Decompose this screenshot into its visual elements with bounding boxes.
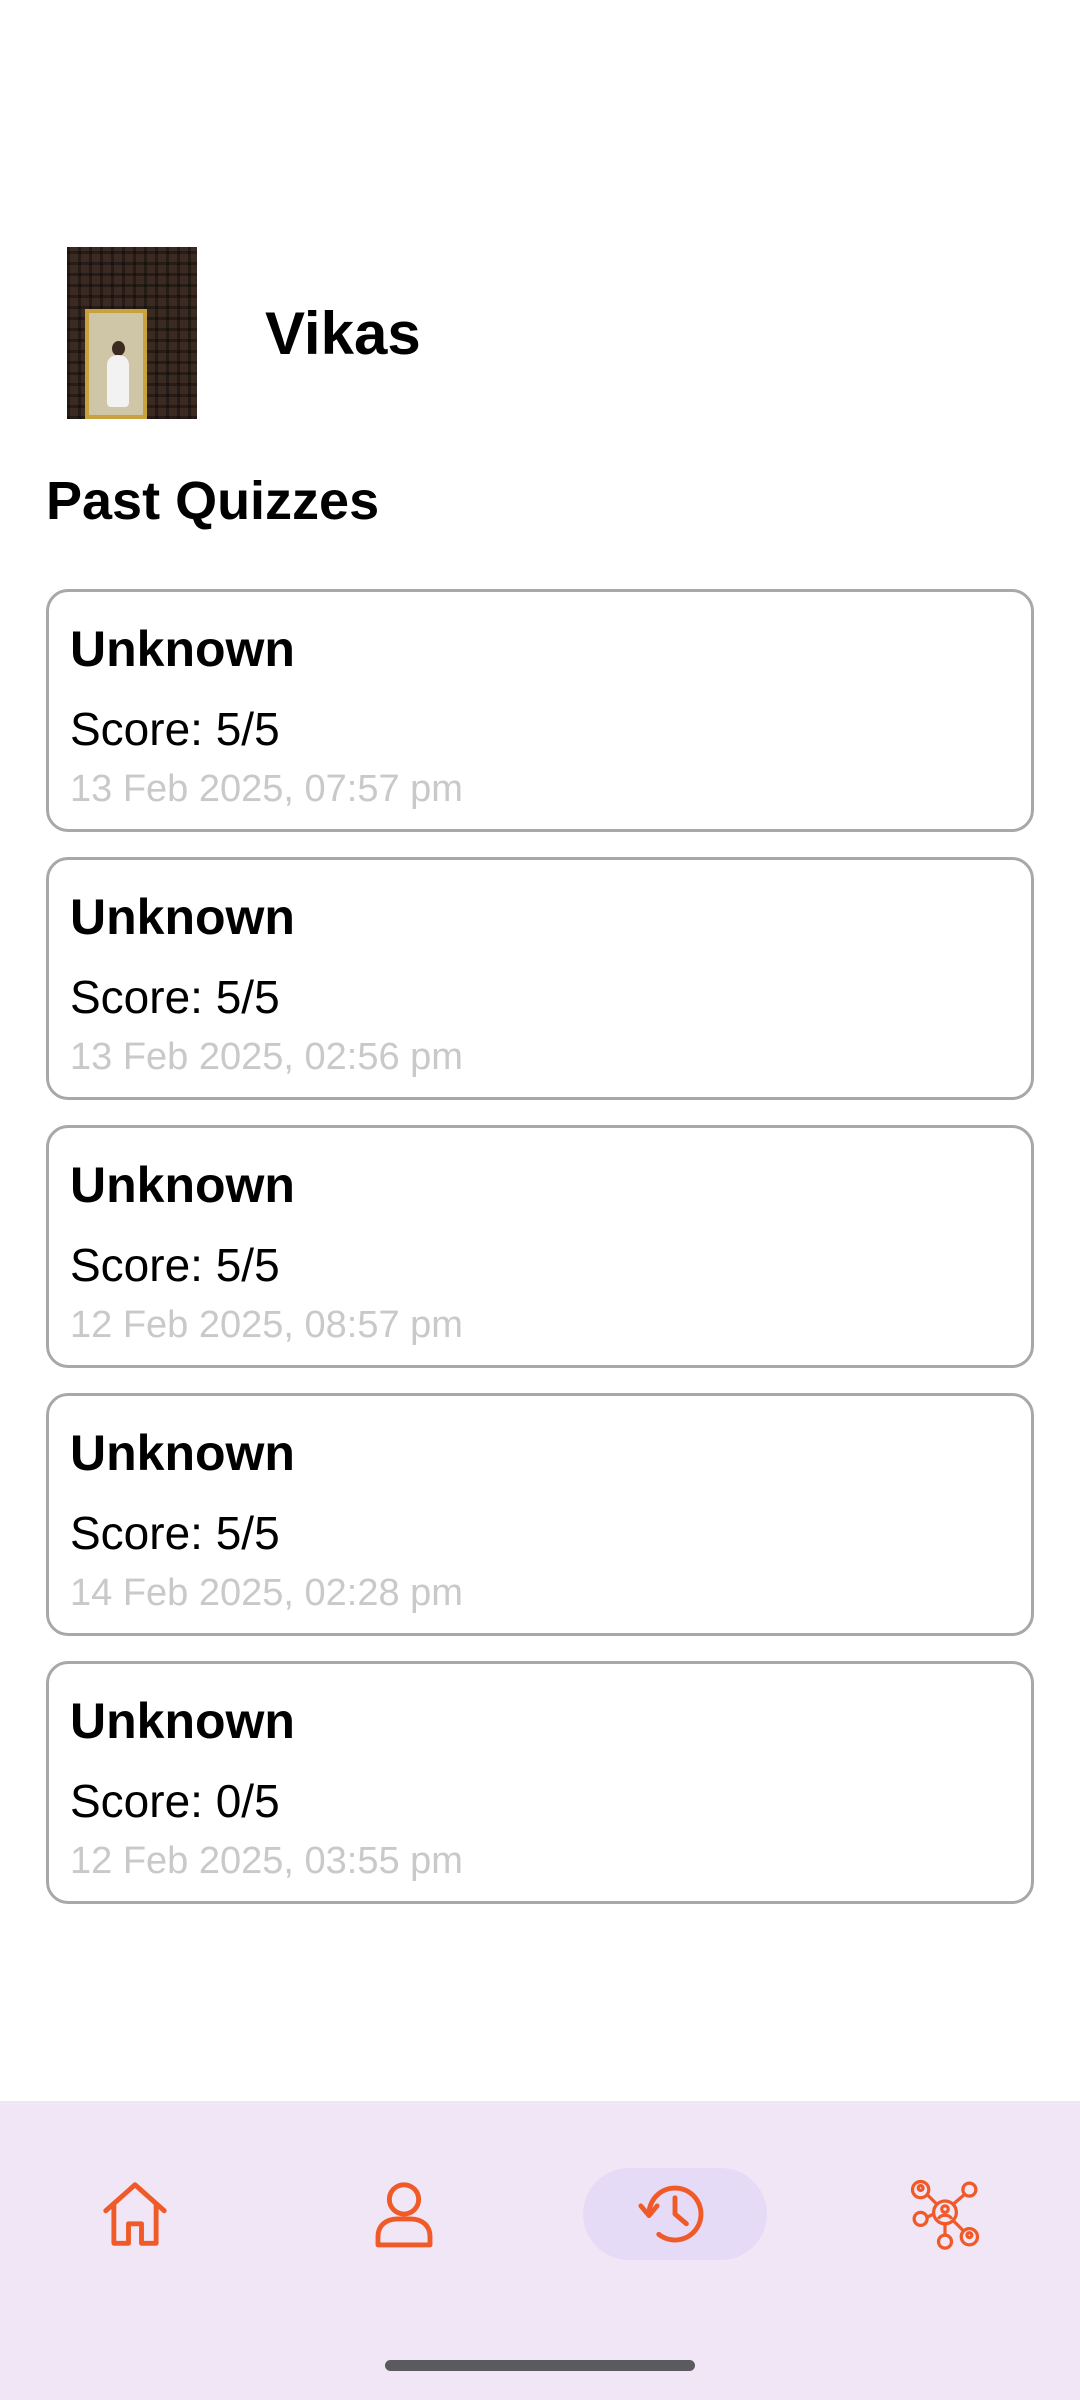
- quiz-date: 12 Feb 2025, 03:55 pm: [70, 1840, 463, 1882]
- screen: Vikas Past Quizzes Unknown Score: 5/5 13…: [0, 0, 1080, 2400]
- quiz-list: Unknown Score: 5/5 13 Feb 2025, 07:57 pm…: [46, 589, 1034, 1929]
- avatar[interactable]: [67, 247, 197, 419]
- avatar-photo-figure: [107, 355, 129, 407]
- nav-home[interactable]: [43, 2168, 227, 2260]
- quiz-card[interactable]: Unknown Score: 5/5 12 Feb 2025, 08:57 pm: [46, 1125, 1034, 1368]
- quiz-card[interactable]: Unknown Score: 0/5 12 Feb 2025, 03:55 pm: [46, 1661, 1034, 1904]
- bottom-nav: [0, 2101, 1080, 2400]
- quiz-date: 14 Feb 2025, 02:28 pm: [70, 1572, 463, 1614]
- home-icon: [103, 2182, 167, 2246]
- nav-history[interactable]: [583, 2168, 767, 2260]
- quiz-title: Unknown: [70, 1157, 295, 1213]
- profile-name: Vikas: [265, 299, 421, 367]
- quiz-title: Unknown: [70, 1693, 295, 1749]
- avatar-photo-head: [112, 341, 125, 356]
- quiz-title: Unknown: [70, 621, 295, 677]
- quiz-card[interactable]: Unknown Score: 5/5 13 Feb 2025, 02:56 pm: [46, 857, 1034, 1100]
- quiz-card[interactable]: Unknown Score: 5/5 13 Feb 2025, 07:57 pm: [46, 589, 1034, 832]
- profile-header: Vikas: [67, 247, 421, 419]
- quiz-score: Score: 5/5: [70, 971, 280, 1023]
- quiz-date: 13 Feb 2025, 07:57 pm: [70, 768, 463, 810]
- home-indicator[interactable]: [385, 2360, 695, 2371]
- quiz-date: 12 Feb 2025, 08:57 pm: [70, 1304, 463, 1346]
- network-icon: [910, 2179, 980, 2250]
- history-icon: [638, 2185, 704, 2243]
- quiz-score: Score: 0/5: [70, 1775, 280, 1827]
- quiz-score: Score: 5/5: [70, 1239, 280, 1291]
- quiz-title: Unknown: [70, 889, 295, 945]
- page-title: Past Quizzes: [46, 471, 380, 531]
- quiz-score: Score: 5/5: [70, 703, 280, 755]
- quiz-score: Score: 5/5: [70, 1507, 280, 1559]
- profile-icon: [375, 2182, 433, 2248]
- quiz-title: Unknown: [70, 1425, 295, 1481]
- quiz-card[interactable]: Unknown Score: 5/5 14 Feb 2025, 02:28 pm: [46, 1393, 1034, 1636]
- nav-profile[interactable]: [312, 2168, 496, 2260]
- nav-network[interactable]: [853, 2168, 1037, 2260]
- quiz-date: 13 Feb 2025, 02:56 pm: [70, 1036, 463, 1078]
